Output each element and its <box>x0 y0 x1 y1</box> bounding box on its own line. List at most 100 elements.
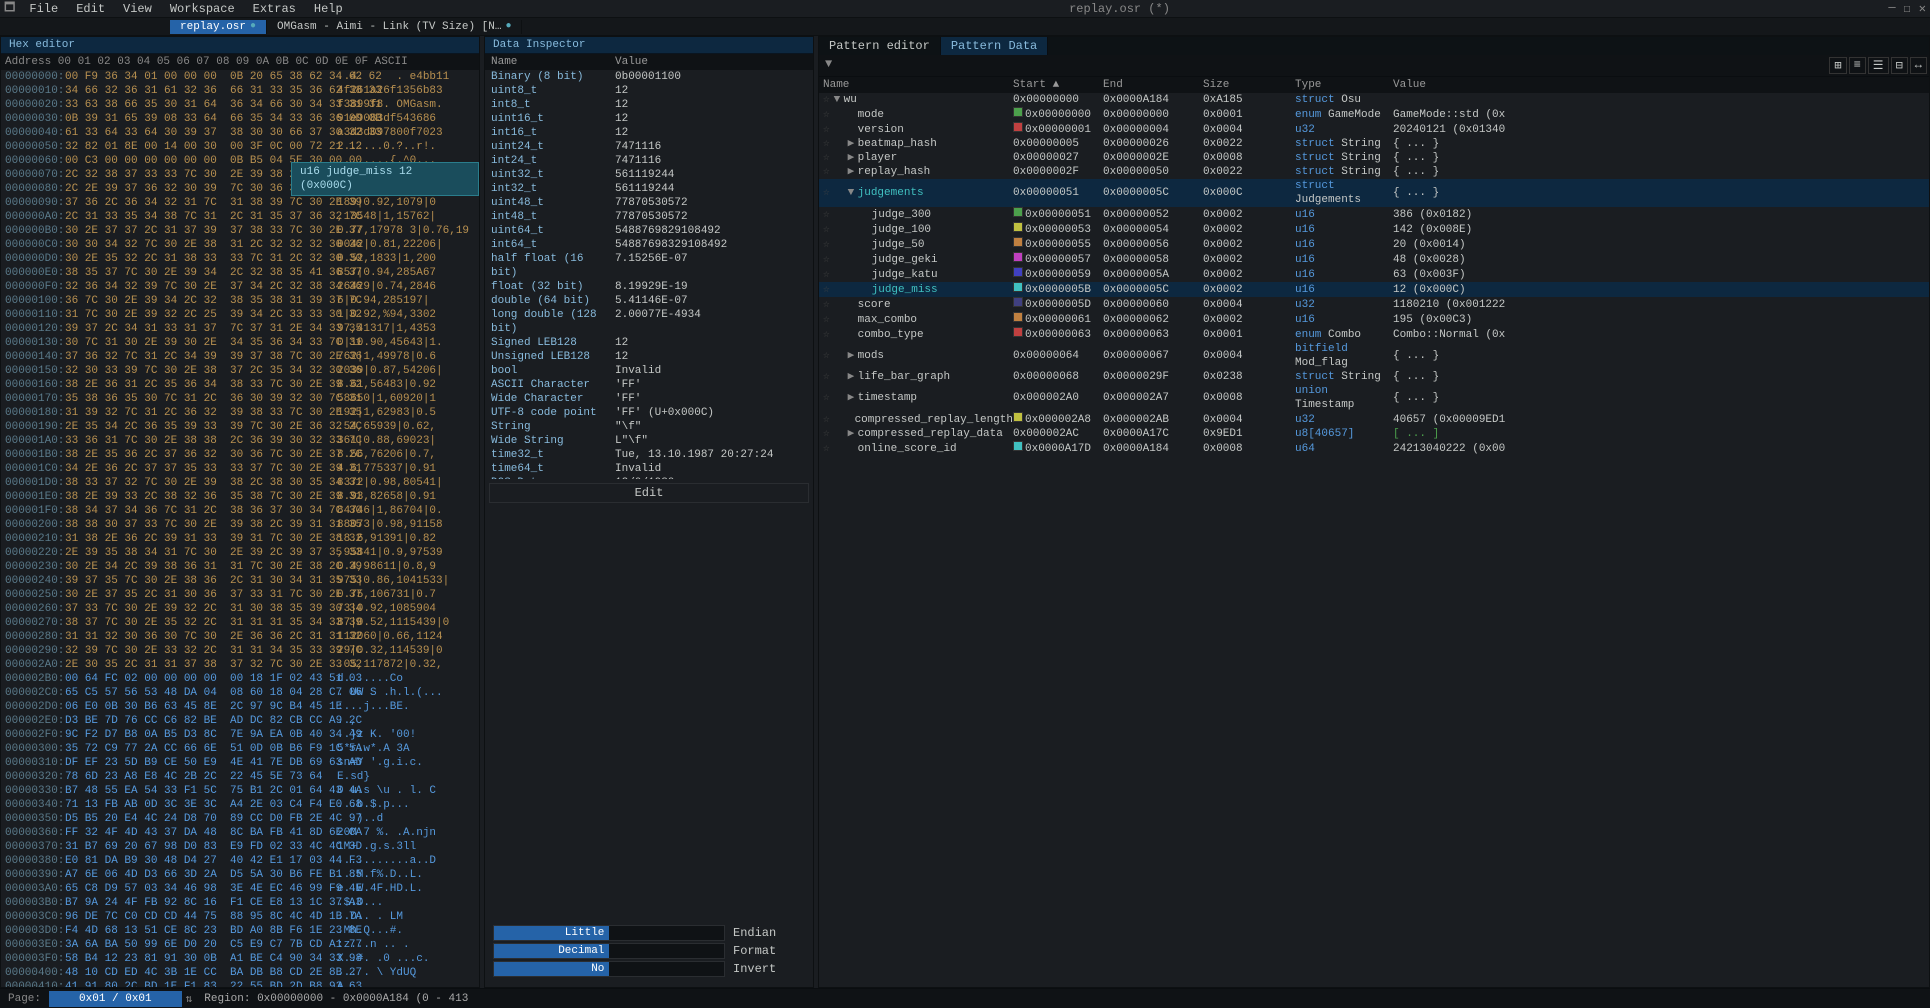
expand-icon[interactable]: ▶ <box>848 391 858 405</box>
view-compact-icon[interactable]: ⊟ <box>1891 57 1908 74</box>
col-name[interactable]: Name <box>823 79 1013 91</box>
hex-row[interactable]: 00000200:38 38 30 37 33 7C 30 2E 39 38 2… <box>5 518 475 532</box>
edit-button[interactable]: Edit <box>489 483 809 503</box>
menu-workspace[interactable]: Workspace <box>162 2 243 16</box>
hex-row[interactable]: 00000250:30 2E 37 35 2C 31 30 36 37 33 3… <box>5 588 475 602</box>
menu-view[interactable]: View <box>115 2 160 16</box>
menu-edit[interactable]: Edit <box>68 2 113 16</box>
favorite-icon[interactable]: ☆ <box>823 328 834 342</box>
expand-icon[interactable]: ▶ <box>848 349 858 363</box>
hex-row[interactable]: 00000310:DF EF 23 5D B9 CE 50 E9 4E 41 7… <box>5 756 475 770</box>
favorite-icon[interactable]: ☆ <box>823 151 834 165</box>
hex-row[interactable]: 00000240:39 37 35 7C 30 2E 38 36 2C 31 3… <box>5 574 475 588</box>
menu-extras[interactable]: Extras <box>245 2 304 16</box>
hex-row[interactable]: 00000100:36 7C 30 2E 39 34 2C 32 38 35 3… <box>5 294 475 308</box>
page-updown-icon[interactable]: ⇅ <box>182 992 197 1006</box>
favorite-icon[interactable]: ☆ <box>823 123 834 137</box>
hex-row[interactable]: 000001B0:38 2E 35 36 2C 37 36 32 30 36 7… <box>5 448 475 462</box>
hex-row[interactable]: 000001E0:38 2E 39 33 2C 38 32 36 35 38 7… <box>5 490 475 504</box>
col-size[interactable]: Size <box>1203 79 1295 91</box>
pattern-row[interactable]: ☆combo_type0x000000630x000000630x0001enu… <box>819 327 1929 342</box>
favorite-icon[interactable]: ☆ <box>823 298 834 312</box>
hex-row[interactable]: 00000220:2E 39 35 38 34 31 7C 30 2E 39 2… <box>5 546 475 560</box>
view-tree-icon[interactable]: ⊞ <box>1829 57 1846 74</box>
hex-row[interactable]: 000000B0:30 2E 37 37 2C 31 37 39 37 38 3… <box>5 224 475 238</box>
pattern-row[interactable]: ☆judge_500x000000550x000000560x0002u1620… <box>819 237 1929 252</box>
favorite-icon[interactable]: ☆ <box>823 413 834 427</box>
favorite-icon[interactable]: ☆ <box>823 427 834 441</box>
hex-row[interactable]: 00000130:30 7C 31 30 2E 39 30 2E 34 35 3… <box>5 336 475 350</box>
pattern-row[interactable]: ☆compressed_replay_length0x000002A80x000… <box>819 412 1929 427</box>
toggle-format[interactable]: DecimalFormat <box>493 943 805 959</box>
hex-row[interactable]: 00000360:FF 32 4F 4D 43 37 DA 48 8C BA F… <box>5 826 475 840</box>
favorite-icon[interactable]: ☆ <box>823 349 834 363</box>
hex-row[interactable]: 00000050:32 82 01 8E 00 14 00 30 00 3F 0… <box>5 140 475 154</box>
hex-row[interactable]: 000001D0:38 33 37 32 7C 30 2E 39 38 2C 3… <box>5 476 475 490</box>
toggle-endian[interactable]: LittleEndian <box>493 925 805 941</box>
hex-row[interactable]: 00000390:A7 6E 06 4D D3 66 3D 2A D5 5A 3… <box>5 868 475 882</box>
hex-row[interactable]: 000002E0:D3 BE 7D 76 CC C6 82 BE AD DC 8… <box>5 714 475 728</box>
pattern-row[interactable]: ☆version0x000000010x000000040x0004u32202… <box>819 122 1929 137</box>
favorite-icon[interactable]: ☆ <box>823 108 834 122</box>
hex-row[interactable]: 00000330:B7 48 55 EA 54 33 F1 5C 75 B1 2… <box>5 784 475 798</box>
favorite-icon[interactable]: ☆ <box>823 253 834 267</box>
hex-row[interactable]: 00000040:61 33 64 33 64 30 39 37 38 30 3… <box>5 126 475 140</box>
hex-row[interactable]: 00000260:37 33 7C 30 2E 39 32 2C 31 30 3… <box>5 602 475 616</box>
hex-row[interactable]: 00000340:71 13 FB AB 0D 3C 3E 3C A4 2E 0… <box>5 798 475 812</box>
tab-pattern-data[interactable]: Pattern Data <box>941 37 1048 55</box>
pattern-row[interactable]: ☆▼judgements0x000000510x0000005C0x000Cst… <box>819 179 1929 207</box>
hex-row[interactable]: 000002C0:65 C5 57 56 53 48 DA 04 08 60 1… <box>5 686 475 700</box>
pattern-row[interactable]: ☆judge_1000x000000530x000000540x0002u161… <box>819 222 1929 237</box>
tab-pattern-editor[interactable]: Pattern editor <box>819 37 941 55</box>
hex-row[interactable]: 00000300:35 72 C9 77 2A CC 66 6E 51 0D 0… <box>5 742 475 756</box>
expand-icon[interactable]: ▶ <box>848 370 858 384</box>
file-tab[interactable]: replay.osr● <box>170 20 267 34</box>
hex-row[interactable]: 00000140:37 36 32 7C 31 2C 34 39 39 37 3… <box>5 350 475 364</box>
pattern-row[interactable]: ☆score0x0000005D0x000000600x0004u3211802… <box>819 297 1929 312</box>
hex-row[interactable]: 000003E0:3A 6A BA 50 99 6E D0 20 C5 E9 C… <box>5 938 475 952</box>
pattern-row[interactable]: ☆judge_miss0x0000005B0x0000005C0x0002u16… <box>819 282 1929 297</box>
pattern-row[interactable]: ☆max_combo0x000000610x000000620x0002u161… <box>819 312 1929 327</box>
view-detail-icon[interactable]: ☰ <box>1868 57 1889 74</box>
hex-row[interactable]: 000000F0:32 36 34 32 39 7C 30 2E 37 34 2… <box>5 280 475 294</box>
hex-row[interactable]: 000003A0:65 C8 D9 57 03 34 46 98 3E 4E E… <box>5 882 475 896</box>
hex-row[interactable]: 00000010:34 66 32 36 31 61 32 36 66 31 3… <box>5 84 475 98</box>
toggle-invert[interactable]: NoInvert <box>493 961 805 977</box>
file-tab[interactable]: OMGasm - Aimi - Link (TV Size) [N…● <box>267 20 522 34</box>
expand-icon[interactable]: ▶ <box>848 427 858 441</box>
pattern-row[interactable]: ☆▶mods0x000000640x000000670x0004bitfield… <box>819 342 1929 370</box>
hex-row[interactable]: 00000160:38 2E 36 31 2C 35 36 34 38 33 7… <box>5 378 475 392</box>
hex-row[interactable]: 00000230:30 2E 34 2C 39 38 36 31 31 7C 3… <box>5 560 475 574</box>
hex-row[interactable]: 00000090:37 36 2C 36 34 32 31 7C 31 38 3… <box>5 196 475 210</box>
pattern-row[interactable]: ☆▶player0x000000270x0000002E0x0008struct… <box>819 151 1929 165</box>
hex-row[interactable]: 000001A0:33 36 31 7C 30 2E 38 38 2C 36 3… <box>5 434 475 448</box>
hex-row[interactable]: 00000280:31 31 32 30 36 30 7C 30 2E 36 3… <box>5 630 475 644</box>
pattern-row[interactable]: ☆▶replay_hash0x0000002F0x000000500x0022s… <box>819 165 1929 179</box>
hex-row[interactable]: 00000290:32 39 7C 30 2E 33 32 2C 31 31 3… <box>5 644 475 658</box>
pattern-row[interactable]: ☆judge_katu0x000000590x0000005A0x0002u16… <box>819 267 1929 282</box>
pattern-row[interactable]: ☆judge_geki0x000000570x000000580x0002u16… <box>819 252 1929 267</box>
expand-icon[interactable]: ▼ <box>834 93 844 107</box>
hex-row[interactable]: 00000190:2E 35 34 2C 36 35 39 33 39 7C 3… <box>5 420 475 434</box>
expand-icon[interactable]: ▶ <box>848 165 858 179</box>
pattern-row[interactable]: ☆mode0x000000000x000000000x0001enum Game… <box>819 107 1929 122</box>
favorite-icon[interactable]: ☆ <box>823 165 834 179</box>
favorite-icon[interactable]: ☆ <box>823 370 834 384</box>
hex-row[interactable]: 00000170:35 38 36 35 30 7C 31 2C 36 30 3… <box>5 392 475 406</box>
favorite-icon[interactable]: ☆ <box>823 223 834 237</box>
favorite-icon[interactable]: ☆ <box>823 186 834 200</box>
expand-icon[interactable]: ▼ <box>848 186 858 200</box>
col-end[interactable]: End <box>1103 79 1203 91</box>
hex-row[interactable]: 00000320:78 6D 23 A8 E8 4C 2B 2C 22 45 5… <box>5 770 475 784</box>
hex-row[interactable]: 000001F0:38 34 37 34 36 7C 31 2C 38 36 3… <box>5 504 475 518</box>
pattern-row[interactable]: ☆▼wu0x000000000x0000A1840xA185struct Osu <box>819 93 1929 107</box>
pattern-row[interactable]: ☆judge_3000x000000510x000000520x0002u163… <box>819 207 1929 222</box>
pattern-row[interactable]: ☆▶beatmap_hash0x000000050x000000260x0022… <box>819 137 1929 151</box>
hex-row[interactable]: 00000400:48 10 CD ED 4C 3B 1E CC BA DB B… <box>5 966 475 980</box>
hex-row[interactable]: 00000120:39 37 2C 34 31 33 31 37 7C 37 3… <box>5 322 475 336</box>
hex-row[interactable]: 000003D0:F4 4D 68 13 51 CE 8C 23 BD A0 8… <box>5 924 475 938</box>
favorite-icon[interactable]: ☆ <box>823 93 834 107</box>
pattern-row[interactable]: ☆online_score_id0x0000A17D0x0000A1840x00… <box>819 441 1929 456</box>
hex-body[interactable]: u16 judge_miss 12 (0x000C) 00000000:00 F… <box>1 70 479 987</box>
menu-file[interactable]: File <box>21 2 66 16</box>
